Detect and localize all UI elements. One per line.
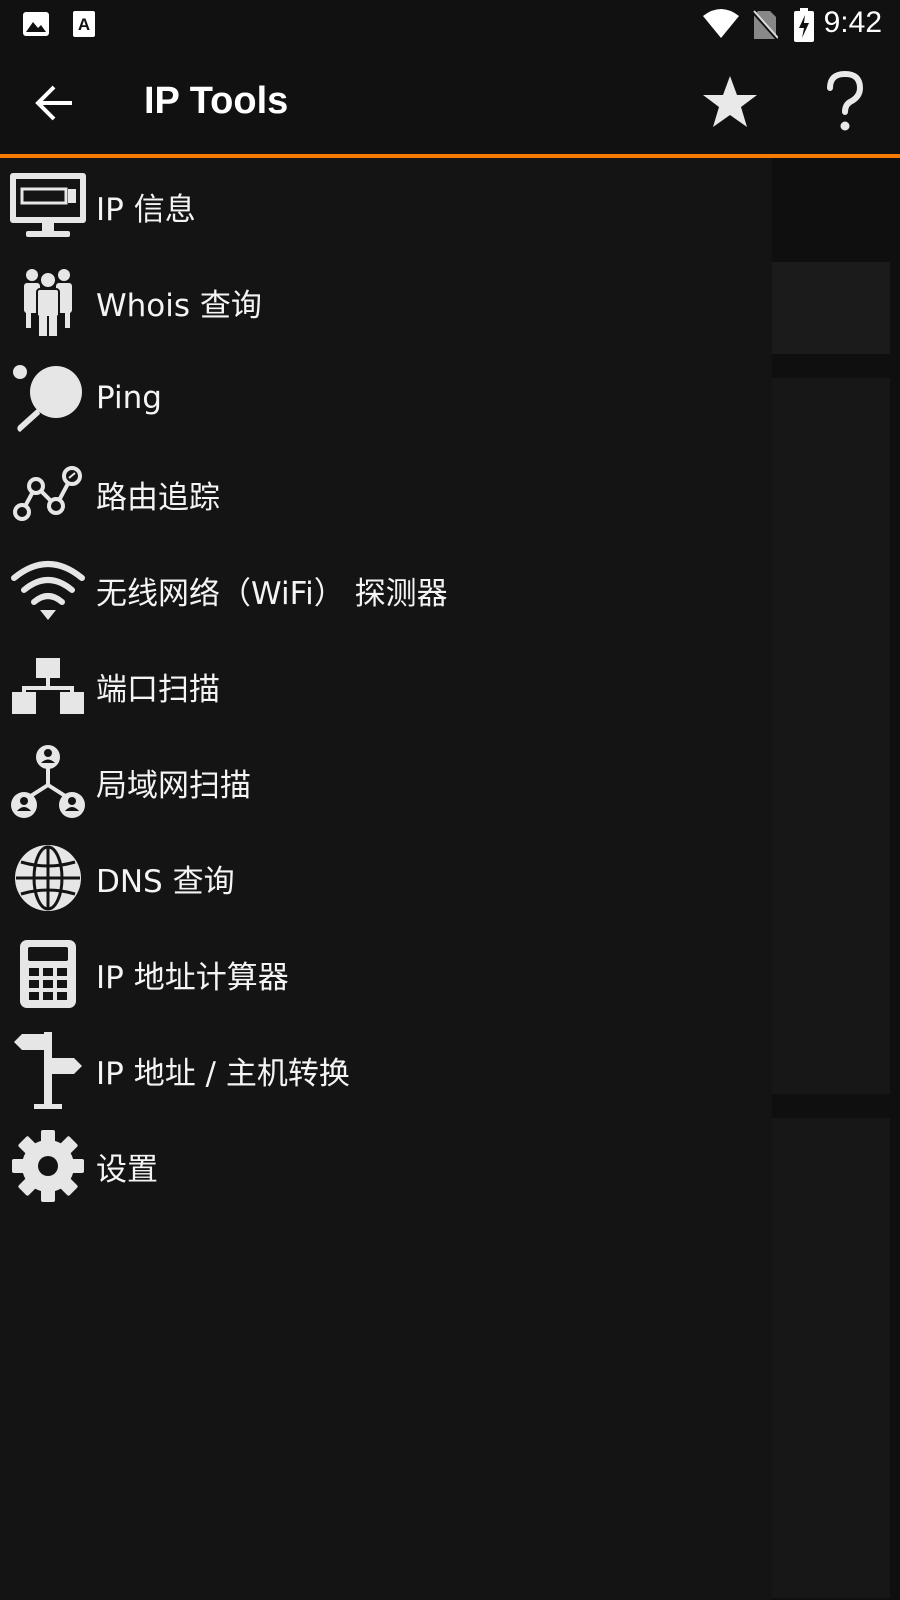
drawer-item-wifi-analyzer[interactable]: 无线网络（WiFi） 探测器	[0, 542, 772, 638]
wifi-icon	[702, 8, 740, 40]
lan-users-icon	[8, 745, 88, 818]
star-icon[interactable]	[700, 72, 760, 132]
background-card	[770, 378, 890, 1094]
calculator-icon	[8, 938, 88, 1010]
drawer-item-dns-lookup[interactable]: DNS 查询	[0, 830, 772, 926]
page-title: IP Tools	[144, 80, 289, 122]
drawer-item-traceroute[interactable]: 路由追踪	[0, 446, 772, 542]
drawer-item-label: IP 信息	[96, 191, 196, 228]
drawer-item-port-scan[interactable]: 端口扫描	[0, 638, 772, 734]
drawer-item-label: Ping	[96, 380, 162, 416]
status-time: 9:42	[823, 6, 882, 39]
help-icon[interactable]	[820, 70, 870, 134]
drawer-item-label: Whois 查询	[96, 287, 262, 324]
image-icon	[22, 10, 50, 38]
drawer-item-label: IP 地址计算器	[96, 959, 289, 996]
drawer-item-label: IP 地址 / 主机转换	[96, 1055, 350, 1092]
font-download-icon: A	[72, 10, 96, 38]
app-bar: IP Tools	[0, 50, 900, 158]
drawer-item-label: 端口扫描	[96, 671, 220, 708]
status-bar: A 9:42	[0, 0, 900, 50]
gear-icon	[8, 1130, 88, 1202]
wifi-icon	[8, 554, 88, 626]
drawer-menu: IP 信息 Whois 查询 Ping 路由追踪 无线网络（WiFi） 探测器 …	[0, 158, 772, 1214]
back-arrow-icon[interactable]	[30, 78, 80, 128]
drawer-item-label: 设置	[96, 1151, 158, 1188]
monitor-icon	[8, 170, 88, 242]
globe-icon	[8, 842, 88, 914]
svg-text:A: A	[78, 15, 90, 34]
navigation-drawer: IP 信息 Whois 查询 Ping 路由追踪 无线网络（WiFi） 探测器 …	[0, 158, 772, 1600]
drawer-item-ip-host-convert[interactable]: IP 地址 / 主机转换	[0, 1022, 772, 1118]
drawer-item-ip-calculator[interactable]: IP 地址计算器	[0, 926, 772, 1022]
battery-charging-icon	[794, 8, 814, 42]
drawer-item-label: 路由追踪	[96, 479, 220, 516]
drawer-item-ping[interactable]: Ping	[0, 350, 772, 446]
background-card	[770, 1118, 890, 1598]
people-icon	[8, 266, 88, 338]
network-blocks-icon	[8, 650, 88, 722]
route-nodes-icon	[8, 458, 88, 530]
drawer-item-lan-scan[interactable]: 局域网扫描	[0, 734, 772, 830]
no-sim-icon	[752, 10, 778, 40]
drawer-item-label: 无线网络（WiFi） 探测器	[96, 575, 448, 612]
drawer-item-whois[interactable]: Whois 查询	[0, 254, 772, 350]
background-card	[770, 262, 890, 354]
drawer-item-ip-info[interactable]: IP 信息	[0, 158, 772, 254]
ping-pong-icon	[8, 362, 88, 434]
drawer-item-settings[interactable]: 设置	[0, 1118, 772, 1214]
drawer-item-label: 局域网扫描	[96, 767, 251, 804]
drawer-item-label: DNS 查询	[96, 863, 235, 900]
background-content	[770, 158, 900, 1600]
signpost-icon	[8, 1032, 88, 1109]
